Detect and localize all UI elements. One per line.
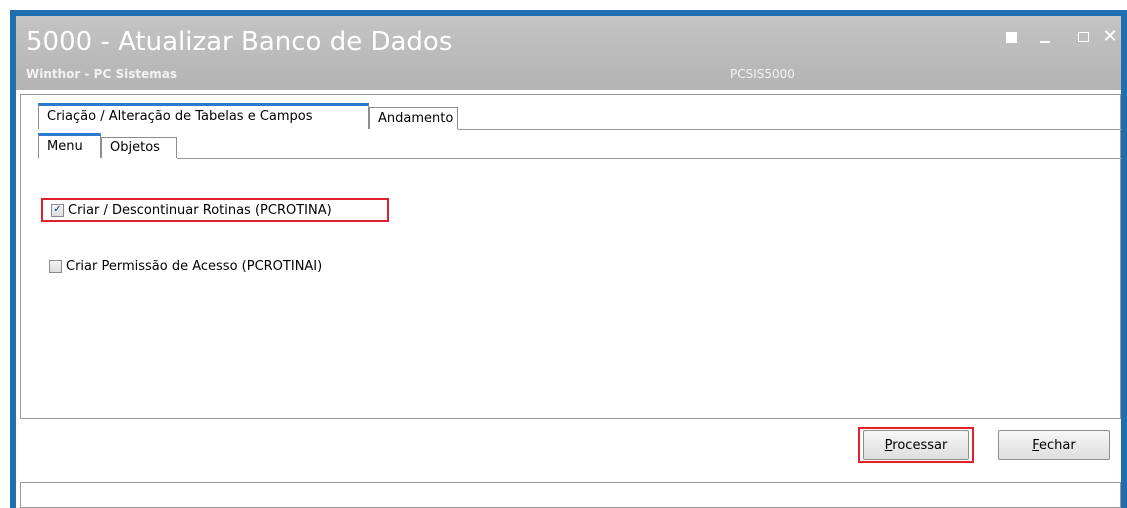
routine-code: PCSIS5000 — [730, 67, 795, 81]
status-bar — [20, 482, 1121, 508]
window-client-area: Criação / Alteração de Tabelas e Campos … — [16, 90, 1122, 508]
option-label: Criar / Descontinuar Rotinas (PCROTINA) — [68, 202, 332, 218]
title-bar[interactable]: 5000 - Atualizar Banco de Dados Winthor … — [16, 16, 1121, 90]
subtab-strip-divider — [177, 158, 1122, 159]
option-label: Criar Permissão de Acesso (PCROTINAI) — [66, 258, 323, 274]
restore-icon[interactable] — [1002, 28, 1020, 46]
processar-button[interactable]: Processar — [863, 430, 969, 460]
tab-menu[interactable]: Menu — [38, 133, 101, 158]
maximize-icon[interactable] — [1074, 28, 1092, 46]
window-title: 5000 - Atualizar Banco de Dados — [26, 27, 453, 57]
checkbox-criar-permissao-acesso[interactable] — [49, 259, 62, 273]
tab-objetos[interactable]: Objetos — [101, 137, 177, 158]
window-frame-right — [1121, 10, 1127, 508]
button-bar: Processar Fechar — [20, 418, 1121, 476]
tab-andamento[interactable]: Andamento — [369, 107, 458, 129]
option-criar-permissao-acesso[interactable]: Criar Permissão de Acesso (PCROTINAI) — [49, 255, 322, 277]
close-icon[interactable]: ✕ — [1101, 28, 1119, 46]
fechar-button[interactable]: Fechar — [998, 430, 1110, 460]
window-subtitle: Winthor - PC Sistemas — [26, 67, 177, 81]
tab-criacao-alteracao[interactable]: Criação / Alteração de Tabelas e Campos — [38, 103, 369, 129]
option-criar-descontinuar-rotinas[interactable]: ✓ Criar / Descontinuar Rotinas (PCROTINA… — [41, 198, 389, 222]
desktop-strip — [0, 0, 1127, 10]
checkmark-icon: ✓ — [53, 204, 62, 215]
minimize-icon[interactable] — [1036, 28, 1054, 46]
checkbox-criar-descontinuar-rotinas[interactable]: ✓ — [51, 203, 64, 217]
tab-strip-divider — [458, 129, 1122, 130]
